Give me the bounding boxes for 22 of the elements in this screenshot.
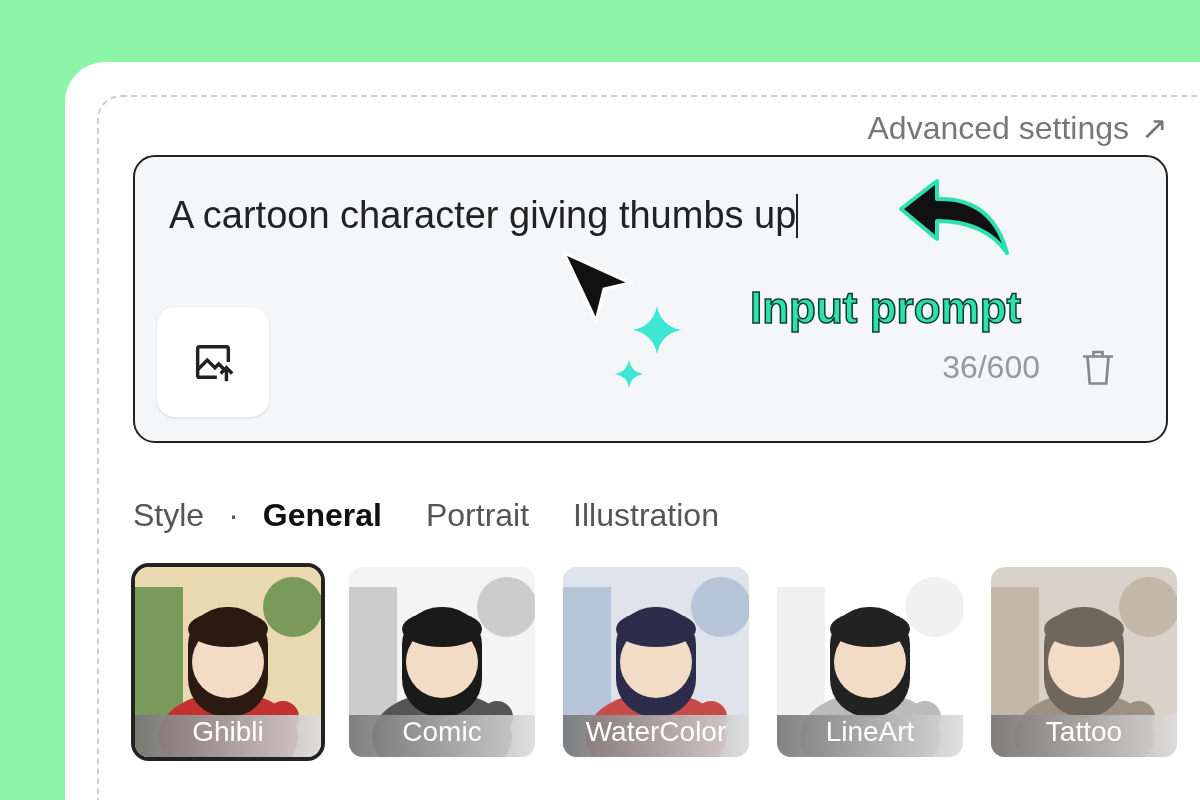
preset-label: Comic <box>401 715 483 749</box>
style-label: Style <box>133 496 205 535</box>
curved-arrow-icon <box>897 177 1012 257</box>
style-tab[interactable]: Illustration <box>573 491 719 539</box>
style-preset-card[interactable]: Tattoo <box>987 563 1181 761</box>
prompt-field[interactable]: A cartoon character giving thumbs up 36/600 Input prompt <box>133 155 1168 443</box>
preset-label: Tattoo <box>1044 715 1124 749</box>
advanced-settings-link[interactable]: Advanced settings ↗ <box>867 101 1168 155</box>
style-preset-card[interactable]: WaterColor <box>559 563 753 761</box>
style-tab[interactable]: General <box>262 491 382 539</box>
style-tab[interactable]: Portrait <box>425 491 530 539</box>
preset-label: LineArt <box>824 715 916 749</box>
prompt-text: A cartoon character giving thumbs up <box>169 193 797 238</box>
upload-image-button[interactable] <box>157 307 269 417</box>
preset-label: WaterColor <box>584 715 728 749</box>
preset-label: Ghibli <box>191 715 265 749</box>
style-preset-card[interactable]: Ghibli <box>131 563 325 761</box>
annotation-label: Input prompt <box>750 282 1022 334</box>
character-counter: 36/600 <box>942 348 1040 387</box>
style-preset-card[interactable]: LineArt <box>773 563 967 761</box>
separator-dot: · <box>228 496 239 535</box>
style-preset-card[interactable]: Comic <box>345 563 539 761</box>
